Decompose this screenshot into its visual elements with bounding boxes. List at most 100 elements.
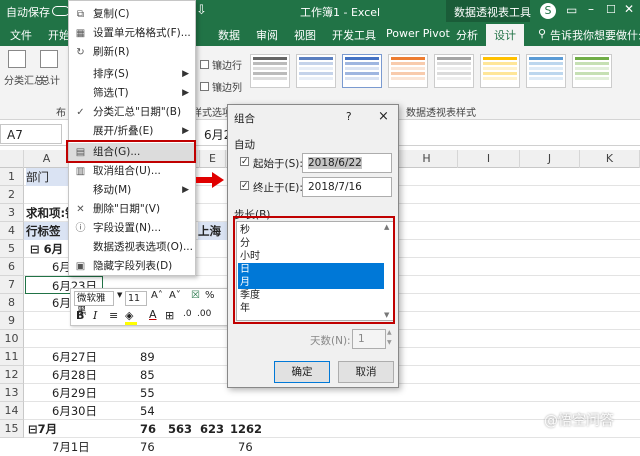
decrease-font-icon[interactable]: A˅ (169, 290, 181, 301)
menu-item-refresh[interactable]: ↻ 刷新(R) (69, 43, 195, 62)
tab-review[interactable]: 审阅 (256, 27, 278, 43)
subtotal-icon[interactable] (8, 50, 26, 68)
banded-rows-checkbox[interactable] (200, 60, 209, 69)
cell-e4[interactable]: 上海 (198, 222, 228, 240)
row-header[interactable]: 13 (0, 384, 24, 402)
collapse-icon[interactable]: ⊟ (28, 422, 38, 436)
menu-item-filter[interactable]: 筛选(T) ▶ (69, 84, 195, 103)
column-header[interactable]: I (458, 150, 520, 168)
scroll-up-icon[interactable]: ▲ (384, 223, 389, 231)
cell-a16[interactable]: 7月1日 (52, 438, 90, 456)
cell-b14[interactable]: 54 (140, 402, 155, 420)
column-header[interactable]: H (396, 150, 458, 168)
cell-b15[interactable]: 76 (140, 420, 156, 438)
bold-button[interactable]: B (76, 309, 84, 322)
menu-item-subtotal[interactable]: ✓ 分类汇总"日期"(B) (69, 103, 195, 122)
row-header[interactable]: 7 (0, 276, 24, 294)
menu-item-ungroup[interactable]: ▥ 取消组合(U)... (69, 162, 195, 181)
grand-total-icon[interactable] (40, 50, 58, 68)
column-header[interactable]: J (520, 150, 580, 168)
close-window-icon[interactable]: ✕ (624, 2, 634, 16)
tab-developer[interactable]: 开发工具 (332, 27, 376, 43)
number-format-icon[interactable]: ☒ (191, 290, 200, 301)
row-header[interactable]: 14 (0, 402, 24, 420)
row-header[interactable]: 4 (0, 222, 24, 240)
cell-a15[interactable]: ⊟7月 (28, 420, 57, 438)
spin-down-icon[interactable]: ▼ (387, 339, 392, 346)
cell-a14[interactable]: 6月30日 (52, 402, 97, 420)
percent-icon[interactable]: % (205, 290, 215, 301)
cell-e15[interactable]: 1262 (230, 420, 262, 438)
pivot-style-tile[interactable] (388, 54, 428, 88)
row-header[interactable]: 11 (0, 348, 24, 366)
row-header[interactable]: 5 (0, 240, 24, 258)
list-item[interactable]: 季度 (238, 289, 384, 302)
end-value-field[interactable]: 2018/7/16 (302, 177, 392, 197)
row-header[interactable]: 8 (0, 294, 24, 312)
list-item[interactable]: 秒 (238, 224, 384, 237)
decimal-icon[interactable]: .00 (197, 309, 211, 319)
tell-me-box[interactable]: 告诉我你想要做什么 (550, 27, 640, 43)
cell-a1[interactable]: 部门 (26, 168, 70, 186)
cell-a5[interactable]: ⊟ 6月 (30, 240, 63, 258)
menu-item-hide-field-list[interactable]: ▣ 隐藏字段列表(D) (69, 257, 195, 276)
list-item-selected[interactable]: 日 (238, 263, 384, 276)
borders-icon[interactable]: ⊞ (165, 309, 174, 322)
italic-button[interactable]: I (93, 309, 97, 322)
row-header[interactable]: 15 (0, 420, 24, 438)
font-name-box[interactable]: 微软雅黑 (74, 291, 114, 317)
menu-item-sort[interactable]: 排序(S) ▶ (69, 65, 195, 84)
row-header[interactable]: 6 (0, 258, 24, 276)
row-header[interactable]: 3 (0, 204, 24, 222)
list-item[interactable]: 分 (238, 237, 384, 250)
cell-b13[interactable]: 55 (140, 384, 155, 402)
column-header[interactable]: E (200, 150, 226, 168)
tab-file[interactable]: 文件 (10, 27, 32, 43)
align-icon[interactable]: ≡ (109, 309, 118, 322)
pivot-style-tile[interactable] (434, 54, 474, 88)
scroll-down-icon[interactable]: ▼ (384, 311, 389, 319)
ribbon-display-icon[interactable]: ▭ (566, 3, 577, 17)
cell-a4[interactable]: 行标签 (24, 222, 72, 240)
increase-font-icon[interactable]: A˄ (151, 290, 163, 301)
start-value-field[interactable]: 2018/6/22 (302, 153, 392, 173)
menu-item-move[interactable]: 移动(M) ▶ (69, 181, 195, 200)
menu-item-format-cells[interactable]: ▦ 设置单元格格式(F)... (69, 24, 195, 43)
row-header[interactable]: 2 (0, 186, 24, 204)
tab-data[interactable]: 数据 (218, 27, 240, 43)
list-item[interactable]: 年 (238, 302, 384, 315)
days-field[interactable]: 1 (352, 329, 386, 349)
cell-b16[interactable]: 76 (140, 438, 155, 456)
tab-analyze[interactable]: 分析 (456, 27, 478, 43)
list-item-selected[interactable]: 月 (238, 276, 384, 289)
column-header[interactable]: A (24, 150, 70, 168)
cell-d15[interactable]: 623 (200, 420, 224, 438)
cell-e16[interactable]: 76 (238, 438, 253, 456)
menu-item-group[interactable]: ▤ 组合(G)... (69, 143, 195, 162)
cancel-button[interactable]: 取消 (338, 361, 394, 383)
user-avatar[interactable]: S (540, 3, 556, 19)
cell-a12[interactable]: 6月28日 (52, 366, 97, 384)
cell-a8[interactable]: 6月 (52, 294, 71, 312)
cell-b11[interactable]: 89 (140, 348, 155, 366)
pivot-style-tile[interactable] (480, 54, 520, 88)
cell-a13[interactable]: 6月29日 (52, 384, 97, 402)
select-all-corner[interactable] (0, 150, 24, 168)
tab-power-pivot[interactable]: Power Pivot (386, 27, 450, 40)
tab-home[interactable]: 开始 (48, 27, 70, 43)
start-auto-checkbox[interactable]: ✓ (240, 157, 249, 167)
row-header[interactable]: 12 (0, 366, 24, 384)
tab-design[interactable]: 设计 (486, 24, 524, 46)
banded-cols-checkbox[interactable] (200, 82, 209, 91)
subtotal-button[interactable]: 分类汇总 (4, 72, 44, 87)
end-auto-checkbox[interactable]: ✓ (240, 181, 249, 191)
cell-b12[interactable]: 85 (140, 366, 155, 384)
pivot-style-tile[interactable] (572, 54, 612, 88)
cell-c15[interactable]: 563 (168, 420, 192, 438)
column-header[interactable]: K (580, 150, 640, 168)
minimize-icon[interactable]: – (588, 2, 594, 16)
ok-button[interactable]: 确定 (274, 361, 330, 383)
grand-total-button[interactable]: 总计 (40, 72, 60, 87)
list-item[interactable]: 小时 (238, 250, 384, 263)
help-button[interactable]: ? (346, 111, 352, 123)
